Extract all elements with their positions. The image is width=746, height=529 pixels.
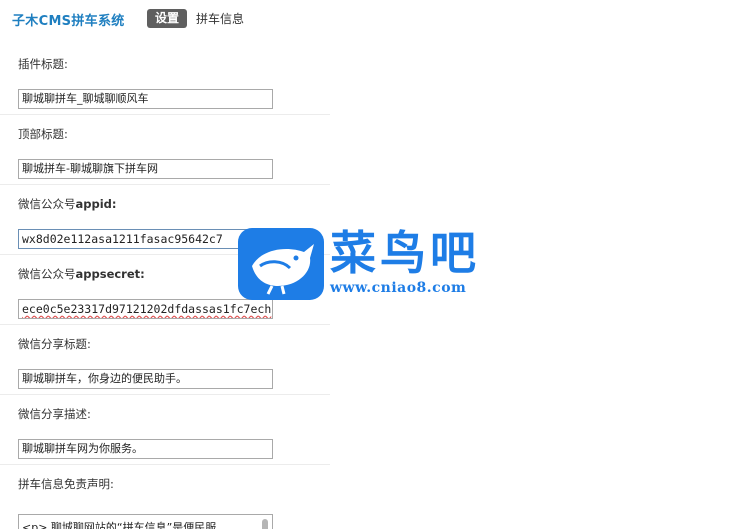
watermark-url: www.cniao8.com	[330, 280, 467, 296]
field-label: 微信公众号appid:	[18, 196, 117, 212]
field-label: 插件标题:	[18, 57, 68, 71]
field-row-top-title: 顶部标题: 聊城拼车-聊城聊旗下拼车网	[0, 114, 746, 185]
appid-input[interactable]: wx8d02e112asa1211fasac95642c7	[18, 229, 273, 249]
field-label-prefix: 微信公众号	[18, 267, 76, 281]
field-label-strong: appid:	[75, 197, 117, 211]
bird-logo-icon	[238, 228, 324, 300]
field-label: 拼车信息免责声明:	[18, 477, 114, 491]
field-row-plugin-title: 插件标题: 聊城聊拼车_聊城聊顺风车	[0, 44, 746, 115]
app-title: 子木CMS拼车系统	[12, 14, 125, 29]
field-label: 顶部标题:	[18, 127, 68, 141]
field-label-prefix: 微信公众号	[18, 197, 76, 211]
watermark: 菜鸟吧 www.cniao8.com	[238, 226, 513, 303]
tab-carpool-info[interactable]: 拼车信息	[196, 10, 244, 28]
share-desc-input[interactable]: 聊城聊拼车网为你服务。	[18, 439, 273, 459]
appsecret-input[interactable]: ece0c5e23317d97121202dfdassas1fc7ech	[18, 299, 273, 319]
plugin-title-input[interactable]: 聊城聊拼车_聊城聊顺风车	[18, 89, 273, 109]
top-title-input[interactable]: 聊城拼车-聊城聊旗下拼车网	[18, 159, 273, 179]
field-label: 微信分享标题:	[18, 337, 91, 351]
top-bar: 子木CMS拼车系统 设置 拼车信息	[0, 0, 746, 38]
field-label: 微信分享描述:	[18, 407, 91, 421]
disclaimer-text: <p> 聊城聊网站的“拼车信息”是便民服	[22, 521, 217, 529]
textarea-scrollbar[interactable]	[262, 519, 268, 529]
field-label: 微信公众号appsecret:	[18, 266, 145, 282]
disclaimer-textarea[interactable]: <p> 聊城聊网站的“拼车信息”是便民服	[18, 514, 273, 529]
tab-settings[interactable]: 设置	[147, 9, 188, 28]
share-title-input[interactable]: 聊城聊拼车，你身边的便民助手。	[18, 369, 273, 389]
field-label-strong: appsecret:	[75, 267, 145, 281]
field-row-share-desc: 微信分享描述: 聊城聊拼车网为你服务。	[0, 394, 746, 465]
watermark-brand: 菜鸟吧	[330, 226, 480, 280]
field-row-share-title: 微信分享标题: 聊城聊拼车，你身边的便民助手。	[0, 324, 746, 395]
